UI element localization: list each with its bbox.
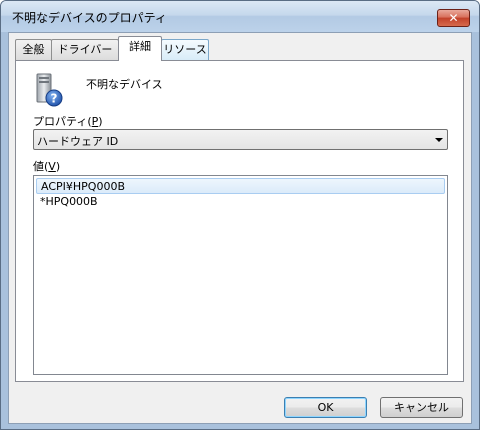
tab-resources[interactable]: リソース [161,39,209,60]
ok-button[interactable]: OK [284,397,367,418]
cancel-button[interactable]: キャンセル [380,397,463,418]
value-label-text: 値( [33,160,49,173]
chevron-down-icon[interactable] [435,138,443,142]
device-name: 不明なデバイス [86,78,163,91]
list-item[interactable]: *HPQ000B [36,194,445,210]
tab-driver[interactable]: ドライバー [51,39,119,60]
tab-general[interactable]: 全般 [15,39,52,60]
property-label-close: ) [98,115,103,128]
property-dropdown[interactable]: ハードウェア ID [33,129,448,150]
value-listbox[interactable]: ACPI¥HPQ000B *HPQ000B [33,175,448,375]
details-panel: ? 不明なデバイス プロパティ(P) ハードウェア ID 値(V) ACPI¥H… [15,60,464,382]
property-dropdown-value: ハードウェア ID [37,135,119,148]
unknown-device-icon: ? [33,73,63,107]
value-label-close: ) [55,160,61,173]
value-label: 値(V) [33,158,60,174]
property-label-text: プロパティ( [33,115,92,128]
window-title: 不明なデバイスのプロパティ [12,11,167,25]
dialog-body: 全般 ドライバー 詳細 リソース ? 不明なデバイス プロパティ(P) ハードウ… [8,32,472,424]
close-button[interactable]: ✕ [437,9,470,27]
svg-text:?: ? [51,92,58,106]
value-label-mnemonic: V [48,160,56,173]
property-label: プロパティ(P) [33,113,103,129]
list-item[interactable]: ACPI¥HPQ000B [36,178,445,194]
properties-dialog: 不明なデバイスのプロパティ ✕ 全般 ドライバー 詳細 リソース ? 不明なデバ… [0,0,480,430]
tab-details[interactable]: 詳細 [118,36,162,61]
title-bar[interactable]: 不明なデバイスのプロパティ ✕ [1,1,479,32]
